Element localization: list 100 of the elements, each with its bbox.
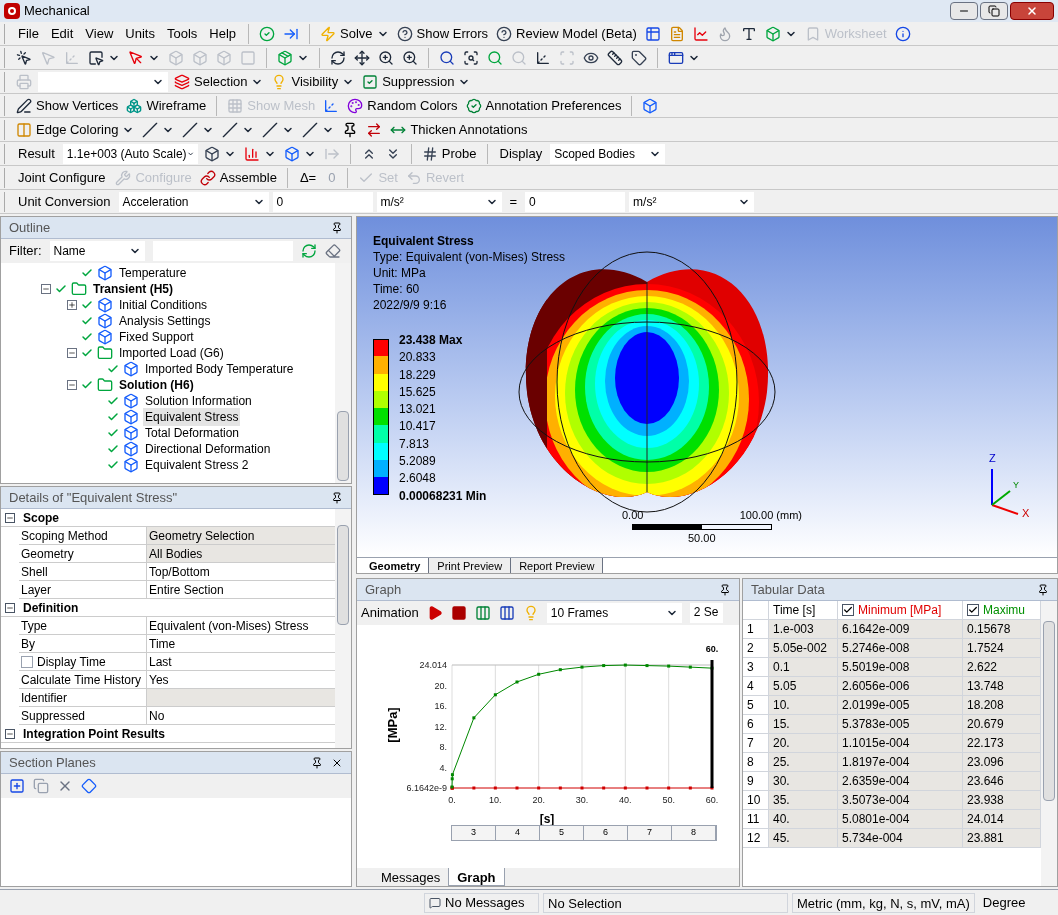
dropdown[interactable]: 1.1e+003 (Auto Scale): [62, 143, 198, 164]
checkbox[interactable]: [842, 604, 854, 616]
plane-icon[interactable]: [81, 778, 97, 794]
collapse-icon[interactable]: [67, 348, 77, 358]
step-cell[interactable]: 8: [672, 826, 716, 840]
vertex-icon: [16, 97, 32, 114]
checkbox[interactable]: [21, 655, 33, 668]
eraser-icon[interactable]: [324, 243, 341, 259]
toolbar-button[interactable]: Wireframe: [124, 95, 209, 116]
scrollbar[interactable]: [335, 509, 351, 748]
checkbox[interactable]: [967, 604, 979, 616]
panel-tab[interactable]: Messages: [373, 868, 449, 886]
menu-item[interactable]: Tools: [162, 23, 202, 44]
step-cell[interactable]: 5: [540, 826, 584, 840]
panel-title: Outline: [9, 218, 51, 237]
toolbar-button[interactable]: Suppression: [360, 71, 473, 92]
point: [623, 663, 627, 667]
toolbar-button[interactable]: Show Errors: [394, 23, 491, 44]
view-tab[interactable]: Print Preview: [429, 558, 512, 573]
toolbar-button[interactable]: Visibility: [269, 71, 357, 92]
tree-item[interactable]: Temperature: [117, 264, 189, 282]
legend-label: 15.625: [399, 383, 436, 401]
value-cell[interactable]: [147, 689, 335, 706]
pin-icon[interactable]: [331, 491, 343, 504]
app-logo-icon: [4, 3, 20, 19]
panel-tab[interactable]: Graph: [448, 868, 505, 886]
view-tab[interactable]: Report Preview: [511, 558, 604, 573]
step-cell[interactable]: 6: [584, 826, 628, 840]
table-cell: 23.938: [963, 791, 1041, 809]
frames-dropdown[interactable]: 10 Frames: [546, 603, 682, 623]
toolbar-button[interactable]: Selection: [172, 71, 266, 92]
stop-icon[interactable]: [450, 605, 467, 621]
toolbar-button[interactable]: Review Model (Beta): [494, 23, 639, 44]
minimize-button[interactable]: [950, 2, 978, 20]
toolbar-button[interactable]: Probe: [419, 143, 479, 164]
collapse-icon[interactable]: [5, 602, 15, 613]
dropdown[interactable]: Acceleration: [118, 191, 269, 212]
column-header[interactable]: Time [s]: [769, 601, 838, 619]
frames-icon[interactable]: [474, 605, 491, 621]
input-field[interactable]: 0: [525, 191, 626, 212]
pin-icon[interactable]: [1037, 583, 1049, 596]
refresh-icon[interactable]: [300, 243, 317, 259]
column-header[interactable]: Minimum [MPa]: [838, 601, 963, 619]
toolbar-button[interactable]: Random Colors: [345, 95, 460, 116]
tree-item[interactable]: Equivalent Stress: [143, 408, 241, 426]
tree-item[interactable]: Fixed Support: [117, 328, 196, 346]
frames-icon[interactable]: [498, 605, 515, 621]
point: [602, 664, 606, 668]
duration-field[interactable]: 2 Se: [689, 603, 723, 623]
toolbar-button[interactable]: Solve: [318, 23, 391, 44]
maximize-button[interactable]: [980, 2, 1008, 20]
tree-item[interactable]: Imported Load (G6): [117, 344, 226, 362]
menu-item[interactable]: File: [14, 23, 43, 44]
tree-item[interactable]: Transient (H5): [91, 280, 175, 298]
collapse-icon[interactable]: [5, 512, 15, 523]
close-button[interactable]: [1010, 2, 1054, 20]
status-text: Degree: [981, 893, 1027, 912]
menu-item[interactable]: Help: [205, 23, 241, 44]
tree-item[interactable]: Equivalent Stress 2: [143, 456, 251, 474]
menu-item[interactable]: Edit: [46, 23, 78, 44]
tree-item[interactable]: Imported Body Temperature: [143, 360, 296, 378]
table-cell: 24.014: [963, 810, 1041, 828]
add-plane-icon[interactable]: [9, 778, 25, 794]
pin-icon[interactable]: [719, 583, 731, 596]
toolbar-button[interactable]: Annotation Preferences: [463, 95, 624, 116]
tree-item[interactable]: Initial Conditions: [117, 296, 210, 314]
input-field[interactable]: 0: [272, 191, 373, 212]
time-cursor[interactable]: 60.: [705, 644, 719, 788]
layers-icon: [174, 73, 190, 90]
collapse-icon[interactable]: [5, 728, 15, 739]
collapse-icon[interactable]: [41, 284, 51, 294]
scrollbar[interactable]: [335, 263, 351, 483]
pin-icon[interactable]: [311, 756, 323, 769]
filter-dropdown[interactable]: Name: [49, 241, 145, 261]
scrollbar[interactable]: [1041, 601, 1057, 886]
tree-item[interactable]: Solution (H6): [117, 376, 196, 394]
value-cell[interactable]: Geometry Selection: [147, 527, 335, 544]
column-header[interactable]: Maximu: [963, 601, 1041, 619]
tree-item[interactable]: Solution Information: [143, 392, 254, 410]
expand-icon[interactable]: [67, 300, 77, 310]
dropdown[interactable]: Scoped Bodies: [550, 143, 666, 164]
pin-icon[interactable]: [331, 221, 343, 234]
step-cell[interactable]: 7: [628, 826, 672, 840]
toolbar-label: Δ=: [298, 168, 318, 187]
menu-item[interactable]: View: [81, 23, 118, 44]
step-cell[interactable]: 3: [452, 826, 496, 840]
tree-item[interactable]: Analysis Settings: [117, 312, 213, 330]
dropdown[interactable]: m/s²: [376, 191, 502, 212]
dropdown[interactable]: m/s²: [629, 191, 755, 212]
toolbar-button[interactable]: Assemble: [197, 167, 279, 188]
value-cell[interactable]: All Bodies: [147, 545, 335, 562]
menu-item[interactable]: Units: [121, 23, 159, 44]
toolbar-button[interactable]: Thicken Annotations: [388, 119, 530, 140]
viewport[interactable]: Equivalent Stress Type: Equivalent (von-Mises) Stress Unit: MPa Time: 60 2022/9/9 9:16 23.438 Max 20.833 18.229 15.625 13.021 10.417 7.813 5.2089 2.6048 0.00068231 Min 0.00 100.00 (mm) 50.00 Z Y X: [357, 217, 1057, 557]
tree-item[interactable]: Total Deformation: [143, 424, 242, 442]
collapse-icon[interactable]: [67, 380, 77, 390]
toolbar-button[interactable]: Show Vertices: [14, 95, 121, 116]
tree-item[interactable]: Directional Deformation: [143, 440, 273, 458]
toolbar-button[interactable]: Edge Coloring: [14, 119, 137, 140]
step-cell[interactable]: 4: [496, 826, 540, 840]
